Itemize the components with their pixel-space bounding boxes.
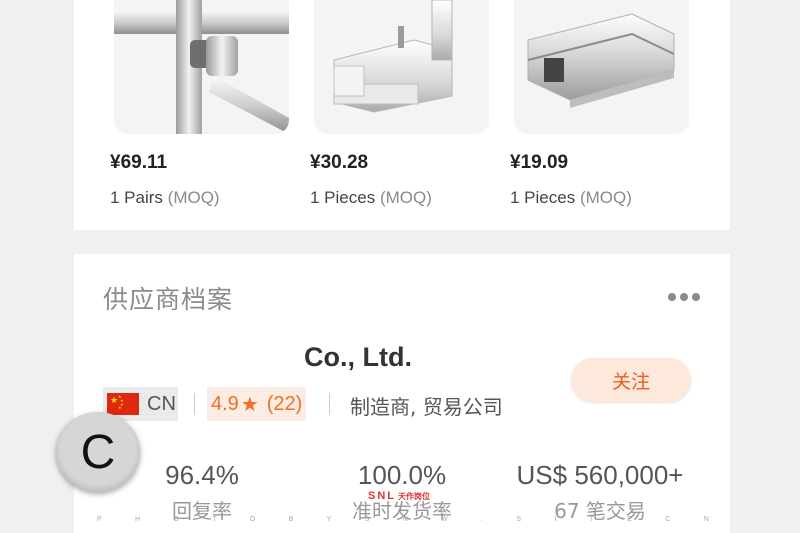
rating-chip[interactable]: 4.9 ★ (22) [207, 387, 307, 421]
watermark-letter: I [554, 516, 557, 523]
watermark-letter: P [97, 516, 102, 523]
moq-tag: (MOQ) [379, 188, 432, 207]
product-image-glass-patch-fitting[interactable] [314, 0, 489, 134]
product-price: ¥69.11 [110, 152, 168, 173]
stat-response-rate: 96.4% 回复率 [112, 460, 292, 524]
watermark-letter: O [249, 516, 256, 523]
china-flag-icon: ★ ★ ★ ★ ★ [107, 393, 139, 415]
watermark-letter: Y [326, 516, 332, 523]
watermark-letter: O [173, 516, 179, 523]
watermark-letter: E [627, 516, 632, 523]
page: ¥69.11 1 Pairs (MOQ) ¥30.28 1 Pieces (MO… [74, 0, 730, 533]
watermark-letter: S [516, 516, 522, 523]
watermark-letter: . [481, 516, 483, 523]
follow-button[interactable]: 关注 [571, 358, 691, 402]
watermark-logo-text: SNL [368, 490, 396, 502]
stat-transactions: US$ 560,000+ 67 笔交易 [510, 460, 690, 524]
moq-tag: (MOQ) [579, 188, 632, 207]
watermark-logo-sub: 天作岗位 [398, 492, 430, 501]
watermark-logo: SNL 天作岗位 [368, 490, 430, 502]
country-code: CN [147, 392, 176, 415]
moq-quantity: 1 Pieces [510, 188, 576, 207]
divider [194, 393, 195, 415]
watermark-letter: T [589, 516, 594, 523]
moq-tag: (MOQ) [167, 188, 220, 207]
moq-quantity: 1 Pairs [110, 188, 163, 207]
stat-value: 100.0% [357, 460, 447, 490]
rating-value: 4.9 [211, 392, 239, 415]
svg-text:★: ★ [118, 405, 122, 410]
product-price: ¥19.09 [510, 152, 569, 173]
product-moq: 1 Pieces (MOQ) [310, 188, 432, 208]
business-type: 制造商, 贸易公司 [350, 395, 503, 419]
watermark-letter: N [402, 516, 408, 523]
product-price: ¥30.28 [310, 152, 369, 173]
watermark-letter: N [703, 516, 709, 523]
watermark-letters: P H O T O B Y S N W. S I T E C N [97, 516, 709, 523]
review-count: (22) [266, 392, 303, 415]
product-moq: 1 Pieces (MOQ) [510, 188, 632, 208]
watermark-letter: W [441, 516, 448, 523]
watermark-letter: H [135, 516, 141, 523]
svg-text:★: ★ [110, 396, 118, 406]
product-moq: 1 Pairs (MOQ) [110, 188, 220, 208]
watermark-letter: B [288, 516, 294, 523]
stat-value: US$ 560,000+ [516, 460, 684, 490]
watermark-letter: T [212, 516, 217, 523]
stat-value: 96.4% [165, 460, 239, 490]
more-horizontal-icon[interactable] [668, 290, 702, 304]
products-card: ¥69.11 1 Pairs (MOQ) ¥30.28 1 Pieces (MO… [74, 0, 730, 230]
divider [329, 393, 330, 415]
section-title: 供应商档案 [103, 285, 234, 314]
product-image-door-pull-handle[interactable] [114, 0, 289, 134]
letter-badge: C [56, 412, 140, 492]
watermark-letter: S [364, 516, 370, 523]
star-icon: ★ [240, 393, 259, 416]
moq-quantity: 1 Pieces [310, 188, 376, 207]
company-name[interactable]: Co., Ltd. [304, 342, 412, 373]
product-image-glass-clamp[interactable] [514, 0, 689, 134]
watermark-letter: C [665, 516, 671, 523]
